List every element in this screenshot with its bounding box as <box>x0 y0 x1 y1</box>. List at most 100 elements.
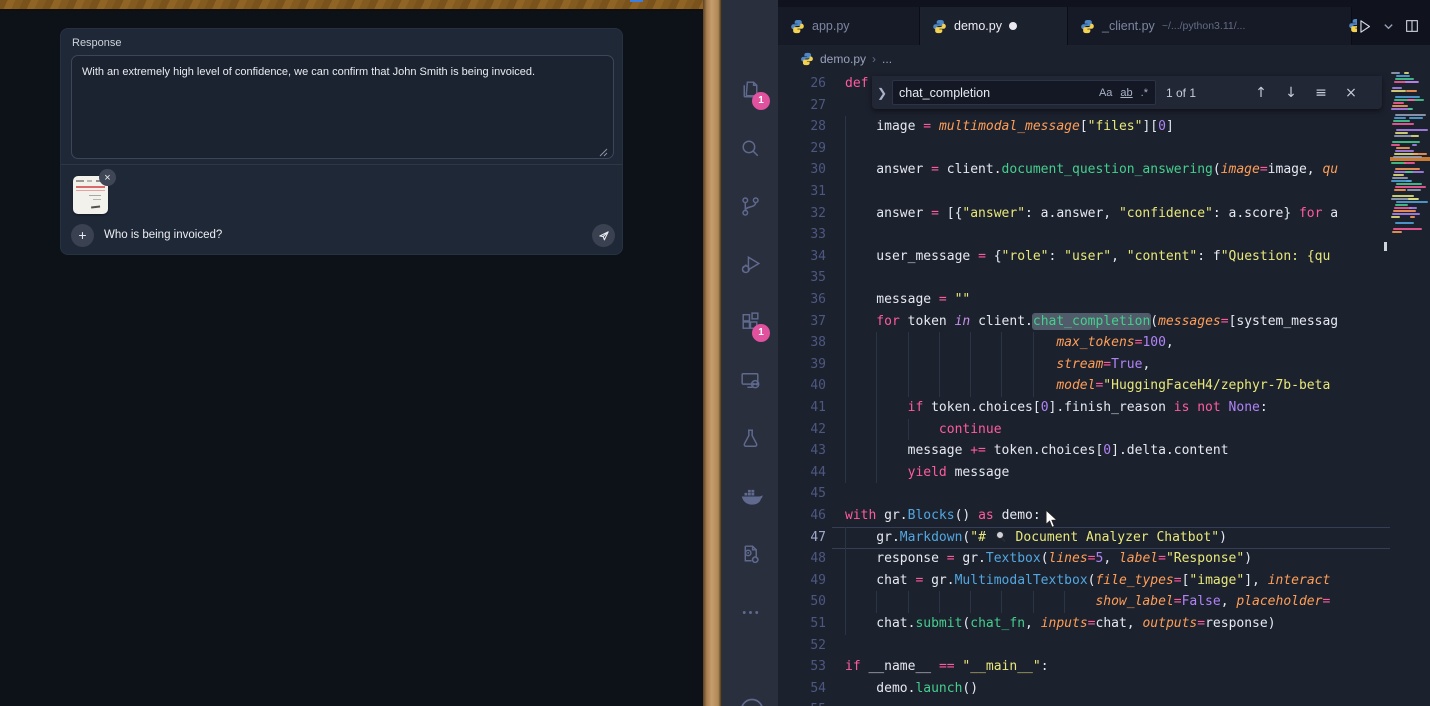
indent-guide <box>845 224 846 246</box>
toggle-replace-chevron-icon[interactable]: ❯ <box>872 86 892 100</box>
sidebar-item-cmake-tools[interactable] <box>722 530 778 578</box>
find-previous-button[interactable]: ↑ <box>1246 85 1276 101</box>
minimap[interactable] <box>1390 72 1430 706</box>
line-number: 53 <box>778 656 826 678</box>
minimap-line <box>1395 114 1426 116</box>
sidebar-item-remote-explorer[interactable] <box>722 356 778 404</box>
code-line: 36 message = "" <box>778 289 1430 311</box>
beaker-icon <box>738 426 763 451</box>
minimap-line <box>1406 180 1411 182</box>
code-line: 40 model="HuggingFaceH4/zephyr-7b-beta <box>778 375 1430 397</box>
multimodal-input-row: + Who is being invoiced? <box>61 220 622 256</box>
code-line: 32 answer = [{"answer": a.answer, "confi… <box>778 203 1430 225</box>
line-number: 30 <box>778 159 826 181</box>
gradio-app-pane: Response With an extremely high level of… <box>0 0 703 706</box>
sidebar-item-extensions[interactable]: 1 <box>722 298 778 346</box>
minimap-line <box>1404 162 1415 164</box>
code-line: 49 chat = gr.MultimodalTextbox(file_type… <box>778 570 1430 592</box>
code-line: 53if __name__ == "__main__": <box>778 656 1430 678</box>
minimap-line <box>1392 123 1414 125</box>
breadcrumb-file[interactable]: demo.py <box>820 52 866 66</box>
titlebar-accent <box>630 0 643 2</box>
code-line: 55 <box>778 699 1430 706</box>
pane-divider[interactable] <box>703 0 722 706</box>
line-number: 38 <box>778 332 826 354</box>
breadcrumb-symbol[interactable]: ... <box>882 52 892 66</box>
response-textarea[interactable]: With an extremely high level of confiden… <box>71 55 614 159</box>
python-icon <box>790 19 805 34</box>
sidebar-item-account[interactable] <box>722 684 778 706</box>
minimap-line <box>1412 144 1417 146</box>
remove-image-button[interactable]: × <box>99 169 116 186</box>
code-line: 33 <box>778 224 1430 246</box>
sidebar-item-source-control[interactable] <box>722 182 778 230</box>
split-editor-button[interactable] <box>1404 18 1420 34</box>
line-number: 33 <box>778 224 826 246</box>
sidebar-item-explorer[interactable]: 1 <box>722 66 778 114</box>
regex-toggle[interactable]: .* <box>1137 87 1155 99</box>
code-line: 34 user_message = {"role": "user", "cont… <box>778 246 1430 268</box>
attach-file-button[interactable]: + <box>71 224 94 247</box>
minimap-line <box>1393 210 1416 212</box>
code-line: 54 demo.launch() <box>778 678 1430 700</box>
chat-input-value[interactable]: Who is being invoiced? <box>104 229 222 241</box>
minimap-line <box>1394 189 1406 191</box>
send-icon <box>597 229 611 243</box>
find-close-button[interactable]: × <box>1336 85 1366 101</box>
line-number: 44 <box>778 462 826 484</box>
tab-app-py[interactable]: app.py <box>778 7 920 45</box>
code-line: 47 gr.Markdown("# Document Analyzer Chat… <box>778 527 1430 549</box>
sidebar-item-more[interactable] <box>722 588 778 636</box>
tab-label: _client.py <box>1102 19 1155 33</box>
minimap-line <box>1392 141 1420 143</box>
tab-client-py[interactable]: _client.py ~/.../python3.11/... <box>1068 7 1352 45</box>
indent-guide <box>845 138 846 160</box>
code-line: 42 continue <box>778 419 1430 441</box>
sidebar-item-testing[interactable] <box>722 414 778 462</box>
find-in-selection-button[interactable]: ≡ <box>1306 85 1336 101</box>
code-editor[interactable]: 26def chat_fn(multimodal_message):2728 i… <box>778 72 1430 706</box>
breadcrumb: demo.py › ... <box>778 45 1430 72</box>
minimap-line <box>1392 177 1408 179</box>
tab-demo-py[interactable]: demo.py <box>920 7 1068 45</box>
explorer-badge: 1 <box>752 92 770 110</box>
minimap-line <box>1395 222 1414 224</box>
line-number: 49 <box>778 570 826 592</box>
find-next-button[interactable]: ↓ <box>1276 85 1306 101</box>
line-number: 29 <box>778 138 826 160</box>
run-dropdown-chevron-icon[interactable] <box>1383 21 1394 32</box>
minimap-line <box>1395 204 1408 206</box>
minimap-line <box>1391 90 1406 92</box>
whole-word-toggle[interactable]: ab <box>1116 87 1136 99</box>
line-number: 40 <box>778 375 826 397</box>
line-number: 28 <box>778 116 826 138</box>
minimap-line <box>1404 72 1409 74</box>
find-widget: ❯ Aa ab .* 1 of 1 ↑ ↓ ≡ × <box>872 76 1382 109</box>
line-number: 45 <box>778 483 826 505</box>
sidebar-item-docker[interactable] <box>722 472 778 520</box>
line-number: 55 <box>778 699 826 706</box>
minimap-line <box>1396 201 1428 203</box>
sidebar-item-run-debug[interactable] <box>722 240 778 288</box>
code-line: 30 answer = client.document_question_ans… <box>778 159 1430 181</box>
sidebar-item-search[interactable] <box>722 124 778 172</box>
line-number: 46 <box>778 505 826 527</box>
vscode-window: 1 <box>722 0 1430 706</box>
find-results-count: 1 of 1 <box>1166 86 1246 100</box>
line-number: 32 <box>778 203 826 225</box>
python-icon <box>800 52 814 66</box>
minimap-line <box>1394 117 1406 119</box>
find-input[interactable] <box>893 86 1095 100</box>
minimap-line <box>1406 90 1417 92</box>
send-button[interactable] <box>592 224 615 247</box>
minimap-line <box>1396 75 1410 77</box>
code-line: 50 show_label=False, placeholder= <box>778 591 1430 613</box>
minimap-line <box>1396 129 1428 131</box>
match-case-toggle[interactable]: Aa <box>1095 87 1116 99</box>
code-line: 44 yield message <box>778 462 1430 484</box>
modified-dot[interactable] <box>1009 22 1017 30</box>
code-line: 28 image = multimodal_message["files"][0… <box>778 116 1430 138</box>
line-number: 34 <box>778 246 826 268</box>
run-button[interactable] <box>1356 18 1373 35</box>
code-line: 35 <box>778 267 1430 289</box>
